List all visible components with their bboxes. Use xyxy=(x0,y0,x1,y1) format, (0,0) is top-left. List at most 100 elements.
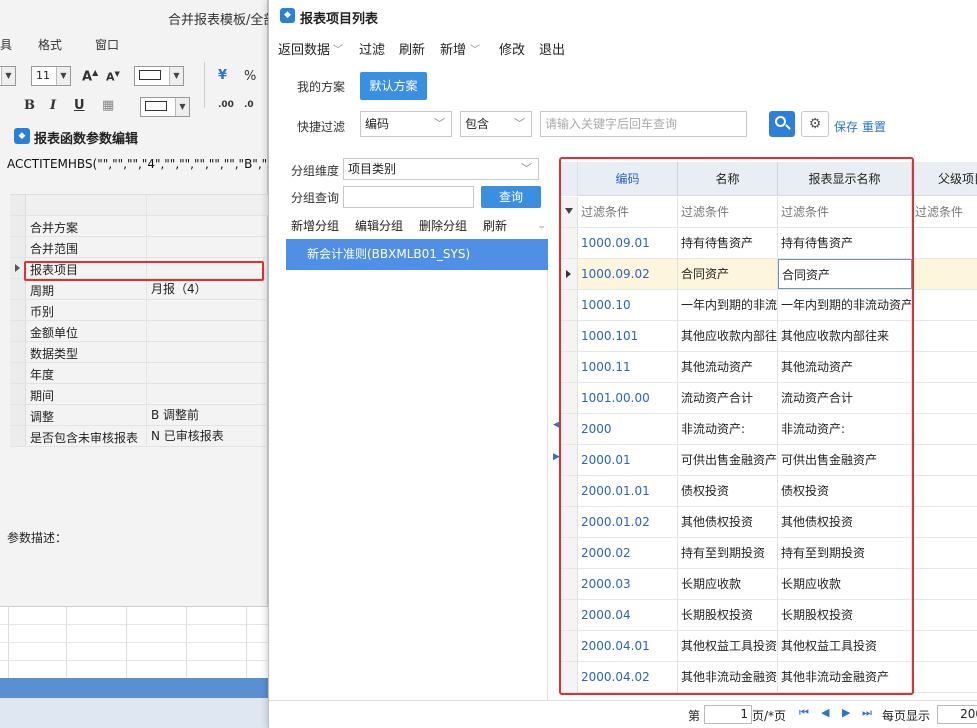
row-indicator[interactable] xyxy=(560,228,578,258)
table-row[interactable]: 2000.03 长期应收款 长期应收款 xyxy=(560,569,977,600)
percent-icon[interactable]: % xyxy=(244,69,256,84)
cell-name[interactable]: 长期股权投资 xyxy=(678,600,778,630)
add-group-button[interactable]: 新增分组 xyxy=(291,217,339,234)
chevron-down-icon[interactable]: ﹀ xyxy=(333,41,343,56)
increase-font-icon[interactable]: A▲ xyxy=(82,68,98,84)
cell-parent[interactable] xyxy=(912,507,977,537)
param-row[interactable]: 合并方案 xyxy=(10,216,268,237)
cell-display-name[interactable]: 其他债权投资 xyxy=(778,507,912,537)
cell-name[interactable]: 可供出售金融资产 xyxy=(678,445,778,475)
table-row[interactable]: 1000.11 其他流动资产 其他流动资产 xyxy=(560,352,977,383)
refresh-group-button[interactable]: 刷新 xyxy=(483,217,507,234)
cell-display-name[interactable]: 债权投资 xyxy=(778,476,912,506)
cell-code[interactable]: 2000.01 xyxy=(578,445,678,475)
cell-parent[interactable] xyxy=(912,538,977,568)
grid-border-icon[interactable]: ▦ xyxy=(102,98,114,113)
table-row[interactable]: 1000.101 其他应收款内部往 其他应收款内部往来 xyxy=(560,321,977,352)
currency-icon[interactable]: ¥ xyxy=(218,68,227,83)
param-row[interactable]: 合并范围 xyxy=(10,237,268,258)
menu-window[interactable]: 窗口 xyxy=(95,36,119,53)
cell-name[interactable]: 其他应收款内部往 xyxy=(678,321,778,351)
menu-edit[interactable]: 修改 xyxy=(499,39,525,58)
column-header-name[interactable]: 名称 xyxy=(678,162,778,196)
underline-icon[interactable]: U xyxy=(74,98,85,113)
group-tree-item[interactable]: 新会计准则(BBXMLB01_SYS) xyxy=(286,239,548,270)
row-indicator[interactable] xyxy=(560,259,578,289)
filter-settings-button[interactable]: ⚙ xyxy=(801,111,829,137)
filter-cell-code[interactable]: 过滤条件 xyxy=(578,197,678,227)
menu-add[interactable]: 新增 xyxy=(440,39,466,58)
bold-icon[interactable] xyxy=(0,98,5,113)
spreadsheet-grid[interactable] xyxy=(0,606,268,679)
cell-display-name[interactable]: 持有待售资产 xyxy=(778,228,912,258)
table-row[interactable]: 2000.01.02 其他债权投资 其他债权投资 xyxy=(560,507,977,538)
cell-code[interactable]: 2000 xyxy=(578,414,678,444)
my-plan-tab[interactable]: 我的方案 xyxy=(297,78,345,95)
cell-parent[interactable] xyxy=(912,631,977,661)
menu-refresh[interactable]: 刷新 xyxy=(399,39,425,58)
next-page-icon[interactable]: ▶ xyxy=(842,706,850,719)
menu-filter[interactable]: 过滤 xyxy=(359,39,385,58)
per-page-input[interactable]: 200 xyxy=(937,705,977,724)
row-indicator[interactable] xyxy=(560,321,578,351)
border-style-select[interactable]: ▼ xyxy=(134,66,184,86)
menu-tools[interactable]: 具 xyxy=(0,36,12,53)
default-plan-tab[interactable]: 默认方案 xyxy=(360,72,427,100)
row-indicator[interactable] xyxy=(560,600,578,630)
param-row[interactable]: 币别 xyxy=(10,300,268,321)
prev-page-icon[interactable]: ◀ xyxy=(821,706,829,719)
param-row[interactable]: 是否包含未审核报表 N 已审核报表 xyxy=(10,426,268,447)
cell-code[interactable]: 1001.00.00 xyxy=(578,383,678,413)
cell-name[interactable]: 持有待售资产 xyxy=(678,228,778,258)
filter-operator-select[interactable]: 包含 ﹀ xyxy=(460,111,532,137)
table-row[interactable]: 2000.04 长期股权投资 长期股权投资 xyxy=(560,600,977,631)
filter-cell-parent[interactable]: 过滤条件 xyxy=(912,197,977,227)
cell-parent[interactable] xyxy=(912,662,977,692)
cell-code[interactable]: 1000.09.02 xyxy=(578,259,678,289)
table-row[interactable]: 1000.10 一年内到期的非流 一年内到期的非流动资产 xyxy=(560,290,977,321)
cell-code[interactable]: 2000.04.01 xyxy=(578,631,678,661)
cell-display-name[interactable]: 可供出售金融资产 xyxy=(778,445,912,475)
cell-parent[interactable] xyxy=(912,259,977,289)
cell-parent[interactable] xyxy=(912,352,977,382)
cell-code[interactable]: 1000.10 xyxy=(578,290,678,320)
group-query-input[interactable] xyxy=(343,186,474,208)
cell-code[interactable]: 2000.01.02 xyxy=(578,507,678,537)
group-dimension-select[interactable]: 项目类别 ﹀ xyxy=(343,158,539,180)
search-button[interactable] xyxy=(769,111,795,137)
cell-display-name[interactable]: 持有至到期投资 xyxy=(778,538,912,568)
cell-code[interactable]: 2000.02 xyxy=(578,538,678,568)
search-input[interactable]: 请输入关键字后回车查询 xyxy=(540,111,747,137)
param-row[interactable]: 金额单位 xyxy=(10,321,268,342)
cell-name[interactable]: 非流动资产: xyxy=(678,414,778,444)
cell-display-name[interactable]: 长期股权投资 xyxy=(778,600,912,630)
cell-code[interactable]: 2000.01.01 xyxy=(578,476,678,506)
filter-icon[interactable] xyxy=(565,208,573,214)
cell-code[interactable]: 2000.04 xyxy=(578,600,678,630)
row-indicator[interactable] xyxy=(560,383,578,413)
table-row[interactable]: 2000.02 持有至到期投资 持有至到期投资 xyxy=(560,538,977,569)
fill-style-select[interactable]: ▼ xyxy=(140,97,190,117)
filter-cell-display-name[interactable]: 过滤条件 xyxy=(778,197,912,227)
param-row[interactable]: 期间 xyxy=(10,384,268,405)
cell-display-name[interactable]: 非流动资产: xyxy=(778,414,912,444)
table-row[interactable]: 2000.04.01 其他权益工具投资 其他权益工具投资 xyxy=(560,631,977,662)
page-number-input[interactable]: 1 xyxy=(704,705,752,724)
menu-format[interactable]: 格式 xyxy=(38,36,62,53)
param-row[interactable]: 年度 xyxy=(10,363,268,384)
cell-name[interactable]: 其他权益工具投资 xyxy=(678,631,778,661)
group-query-button[interactable]: 查询 xyxy=(481,186,541,208)
reset-filter-link[interactable]: 重置 xyxy=(862,118,886,135)
cell-name[interactable]: 其他债权投资 xyxy=(678,507,778,537)
chevron-down-icon[interactable]: ﹀ xyxy=(470,41,480,56)
cell-parent[interactable] xyxy=(912,228,977,258)
row-indicator[interactable] xyxy=(560,476,578,506)
row-indicator[interactable] xyxy=(560,445,578,475)
cell-parent[interactable] xyxy=(912,476,977,506)
table-row[interactable]: 1001.00.00 流动资产合计 流动资产合计 xyxy=(560,383,977,414)
font-size-select[interactable]: 11 ▼ xyxy=(31,66,71,86)
cell-code[interactable]: 2000.03 xyxy=(578,569,678,599)
cell-name[interactable]: 流动资产合计 xyxy=(678,383,778,413)
cell-code[interactable]: 1000.11 xyxy=(578,352,678,382)
cell-display-name[interactable]: 其他应收款内部往来 xyxy=(778,321,912,351)
